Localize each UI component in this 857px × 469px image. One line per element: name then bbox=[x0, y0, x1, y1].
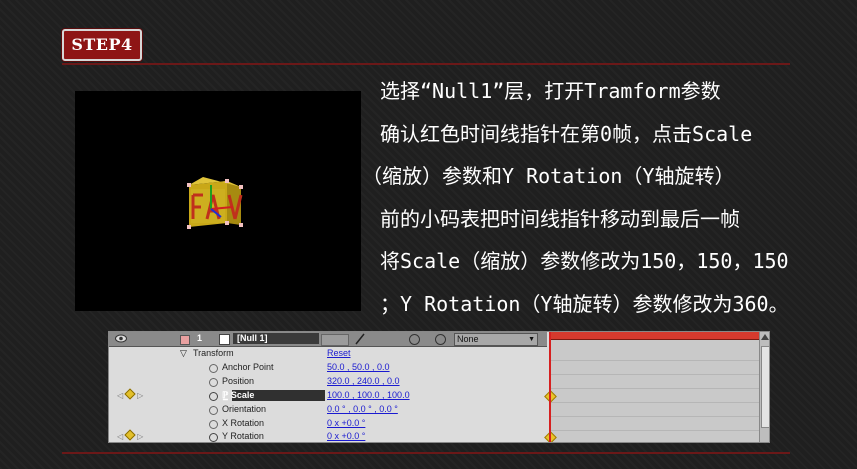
keyframe-navigator[interactable]: ◁ ▷ bbox=[117, 388, 143, 403]
eye-icon[interactable] bbox=[115, 334, 127, 343]
property-row-x-rotation[interactable]: X Rotation 0 x +0.0 ° bbox=[109, 417, 547, 431]
property-value[interactable]: 0 x +0.0 ° bbox=[327, 417, 365, 431]
reset-link[interactable]: Reset bbox=[327, 347, 351, 361]
track-row-line bbox=[549, 388, 759, 389]
scrollbar-thumb[interactable] bbox=[761, 346, 769, 428]
property-row-position[interactable]: Position 320.0 , 240.0 , 0.0 bbox=[109, 375, 547, 389]
property-label: Anchor Point bbox=[222, 362, 274, 372]
property-value[interactable]: 100.0 , 100.0 , 100.0 bbox=[327, 389, 410, 403]
instruction-text: 选择“Null1”层，打开Tramform参数 确认红色时间线指针在第0帧，点击… bbox=[362, 70, 857, 326]
vertical-scrollbar[interactable] bbox=[759, 332, 769, 442]
property-label: ℙ̲ Scale bbox=[222, 389, 254, 403]
parent-dropdown-value: None bbox=[457, 334, 479, 344]
switch-icon[interactable] bbox=[321, 334, 349, 346]
divider-bottom bbox=[62, 452, 790, 454]
property-row-scale[interactable]: ◁ ▷ ℙ̲ Scale 100.0 , 100.0 , 100.0 bbox=[109, 388, 547, 403]
stopwatch-icon[interactable] bbox=[209, 420, 218, 429]
instruction-line: 选择“Null1”层，打开Tramform参数 bbox=[380, 79, 721, 103]
instruction-line: 确认红色时间线指针在第0帧，点击Scale bbox=[380, 121, 753, 146]
property-label: X Rotation bbox=[222, 418, 265, 428]
property-row-anchor-point[interactable]: Anchor Point 50.0 , 50.0 , 0.0 bbox=[109, 361, 547, 375]
adjustment-switch-icon[interactable] bbox=[409, 334, 420, 345]
property-value[interactable]: 0.0 ° , 0.0 ° , 0.0 ° bbox=[327, 403, 398, 417]
track-row-line bbox=[549, 402, 759, 403]
current-time-indicator[interactable] bbox=[549, 332, 551, 442]
track-row-line bbox=[549, 374, 759, 375]
layer-row[interactable]: 1 [Null 1] None ▼ bbox=[109, 332, 547, 347]
composition-preview bbox=[75, 91, 361, 311]
work-area-bar[interactable] bbox=[549, 332, 759, 340]
property-label: Orientation bbox=[222, 404, 267, 414]
property-label-text: Scale bbox=[230, 390, 255, 400]
pickwhip-icon[interactable] bbox=[435, 334, 446, 345]
label-color-swatch[interactable] bbox=[180, 335, 190, 345]
timeline-track[interactable] bbox=[544, 332, 759, 442]
layer-number: 1 bbox=[197, 333, 203, 343]
scroll-up-icon[interactable] bbox=[761, 334, 769, 340]
keyframe-icon[interactable] bbox=[124, 388, 136, 400]
layer-checkbox[interactable] bbox=[219, 334, 230, 345]
instruction-line: ；Y Rotation（Y轴旋转）参数修改为360。 bbox=[380, 291, 789, 316]
motion-blur-switch-icon[interactable] bbox=[355, 333, 365, 345]
stopwatch-icon[interactable] bbox=[209, 406, 218, 415]
keyframe-icon[interactable] bbox=[124, 429, 136, 441]
constrain-icon: ℙ̲ bbox=[222, 390, 231, 400]
property-label: Y Rotation bbox=[222, 431, 264, 441]
stopwatch-icon[interactable] bbox=[209, 378, 218, 387]
track-row-line bbox=[549, 416, 759, 417]
cube-render-image bbox=[187, 177, 243, 229]
instruction-line: （缩放）参数和Y Rotation（Y轴旋转） bbox=[362, 164, 735, 189]
step-badge: STEP4 bbox=[62, 29, 142, 61]
keyframe-navigator[interactable]: ◁ ▷ bbox=[117, 429, 143, 442]
instruction-line: 将Scale（缩放）参数修改为150，150，150 bbox=[380, 249, 789, 274]
stopwatch-icon[interactable] bbox=[209, 433, 218, 442]
property-value[interactable]: 320.0 , 240.0 , 0.0 bbox=[327, 375, 400, 389]
transform-row[interactable]: ▽ Transform Reset bbox=[109, 347, 547, 361]
layer-name[interactable]: [Null 1] bbox=[233, 333, 319, 344]
divider-top bbox=[62, 63, 790, 65]
property-label: Position bbox=[222, 376, 255, 386]
dropdown-arrow-icon: ▼ bbox=[528, 336, 535, 343]
track-row-line bbox=[549, 430, 759, 431]
timeline-panel: 1 [Null 1] None ▼ ▽ Transform Reset Anch… bbox=[108, 331, 770, 443]
instruction-line: 前的小码表把时间线指针移动到最后一帧 bbox=[380, 206, 740, 231]
stopwatch-icon[interactable] bbox=[209, 392, 218, 401]
property-value[interactable]: 50.0 , 50.0 , 0.0 bbox=[327, 361, 390, 375]
parent-dropdown[interactable]: None ▼ bbox=[454, 333, 538, 346]
track-row-line bbox=[549, 360, 759, 361]
transform-label: Transform bbox=[193, 348, 234, 358]
property-row-orientation[interactable]: Orientation 0.0 ° , 0.0 ° , 0.0 ° bbox=[109, 403, 547, 417]
property-value[interactable]: 0 x +0.0 ° bbox=[327, 430, 365, 442]
twirl-down-icon[interactable]: ▽ bbox=[180, 347, 187, 361]
property-row-y-rotation[interactable]: ◁ ▷ Y Rotation 0 x +0.0 ° bbox=[109, 429, 547, 442]
stopwatch-icon[interactable] bbox=[209, 364, 218, 373]
